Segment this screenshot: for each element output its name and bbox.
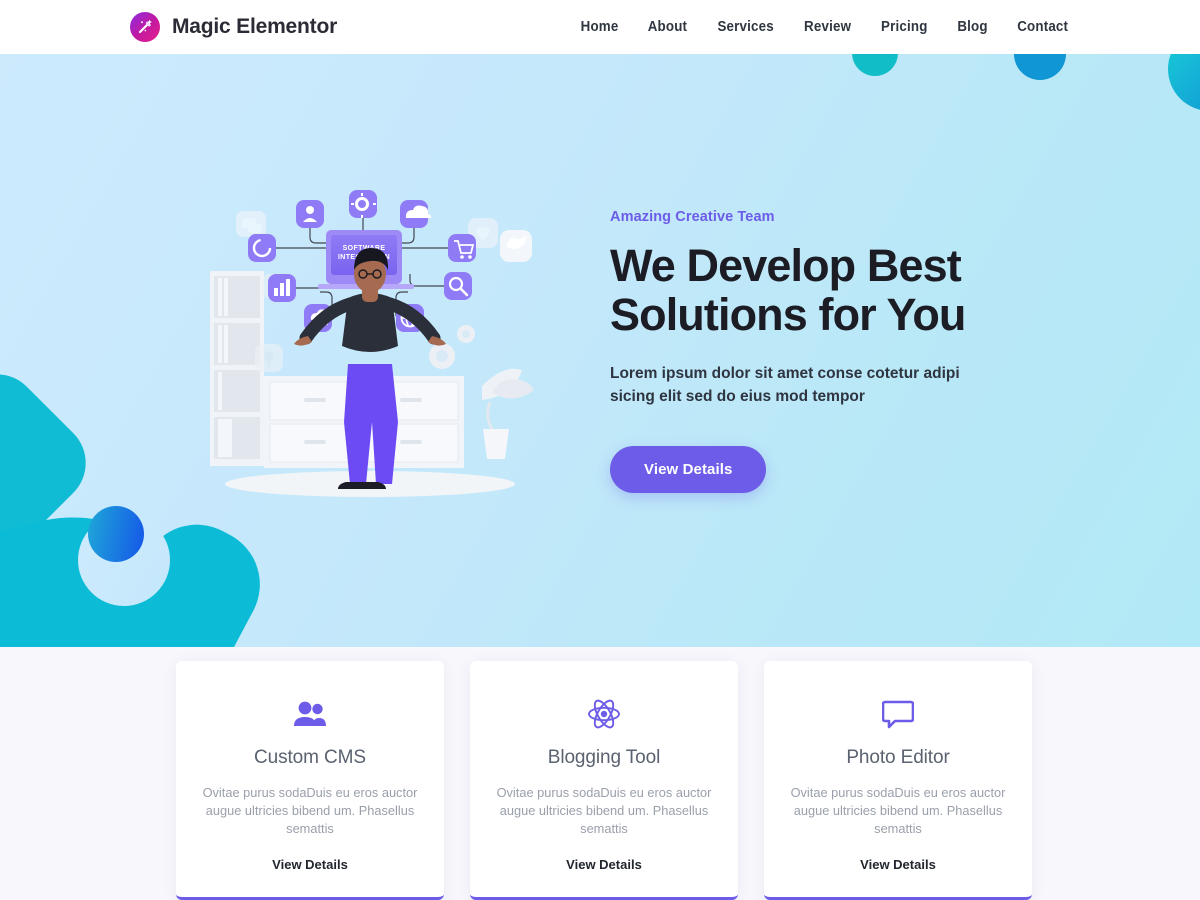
hero-content: Amazing Creative Team We Develop Best So… xyxy=(610,209,1030,493)
users-icon xyxy=(293,697,327,731)
feature-card-title: Custom CMS xyxy=(254,747,366,768)
chat-bubble-icon xyxy=(882,697,914,731)
hero-illustration: SOFTWARE INTEGRATION xyxy=(200,186,560,516)
nav-item-services[interactable]: Services xyxy=(717,19,773,35)
feature-cards: Custom CMS Ovitae purus sodaDuis eu eros… xyxy=(176,661,1032,900)
feature-card-link[interactable]: View Details xyxy=(272,857,348,872)
feature-card-blogging-tool[interactable]: Blogging Tool Ovitae purus sodaDuis eu e… xyxy=(470,661,738,900)
feature-card-text: Ovitae purus sodaDuis eu eros auctor aug… xyxy=(202,785,418,836)
feature-card-photo-editor[interactable]: Photo Editor Ovitae purus sodaDuis eu er… xyxy=(764,661,1032,900)
features-section: Custom CMS Ovitae purus sodaDuis eu eros… xyxy=(0,647,1200,900)
react-atom-icon xyxy=(587,697,621,731)
feature-card-text: Ovitae purus sodaDuis eu eros auctor aug… xyxy=(496,785,712,836)
feature-card-link[interactable]: View Details xyxy=(860,857,936,872)
hero-view-details-button[interactable]: View Details xyxy=(610,445,767,493)
feature-card-title: Blogging Tool xyxy=(547,747,661,768)
brand-name: Magic Elementor xyxy=(172,15,338,38)
nav-item-blog[interactable]: Blog xyxy=(957,19,987,35)
site-header: Magic Elementor Home About Services Revi… xyxy=(0,0,1200,54)
nav-item-about[interactable]: About xyxy=(647,19,686,35)
nav-item-pricing[interactable]: Pricing xyxy=(881,19,928,35)
magic-wand-sparkle-icon xyxy=(130,12,160,42)
hero-subtitle: Lorem ipsum dolor sit amet conse cotetur… xyxy=(610,364,960,405)
nav-item-contact[interactable]: Contact xyxy=(1017,19,1068,35)
feature-card-link[interactable]: View Details xyxy=(566,857,642,872)
feature-card-title: Photo Editor xyxy=(846,747,950,768)
main-navigation: Home About Services Review Pricing Blog … xyxy=(579,19,1070,35)
hero-eyebrow: Amazing Creative Team xyxy=(610,208,775,225)
hero-section: SOFTWARE INTEGRATION xyxy=(0,54,1200,647)
feature-card-custom-cms[interactable]: Custom CMS Ovitae purus sodaDuis eu eros… xyxy=(176,661,444,900)
page-title: We Develop Best Solutions for You xyxy=(610,241,1030,339)
hero-title-line-2: Solutions for You xyxy=(610,288,966,340)
nav-item-review[interactable]: Review xyxy=(804,19,851,35)
feature-card-text: Ovitae purus sodaDuis eu eros auctor aug… xyxy=(790,785,1006,836)
hero-title-line-1: We Develop Best xyxy=(610,239,962,291)
brand-logo[interactable]: Magic Elementor xyxy=(130,12,337,42)
nav-item-home[interactable]: Home xyxy=(580,19,618,35)
